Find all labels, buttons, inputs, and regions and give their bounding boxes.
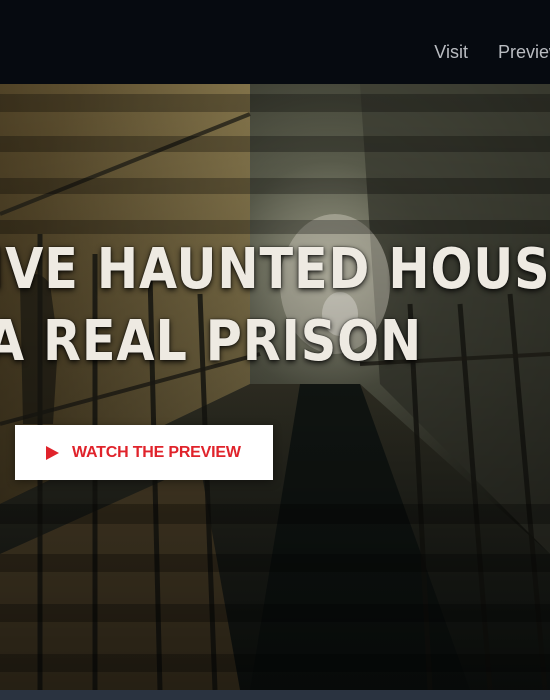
nav-item-preview[interactable]: Preview [498, 42, 550, 63]
watch-preview-label: WATCH THE PREVIEW [72, 443, 241, 461]
headline-line-2: A REAL PRISON [0, 309, 423, 374]
headline-line-1: IVE HAUNTED HOUS [0, 237, 550, 302]
nav-item-visit[interactable]: Visit [434, 42, 468, 63]
hero-section: IVE HAUNTED HOUS A REAL PRISON WATCH THE… [0, 84, 550, 690]
play-icon [46, 445, 59, 460]
watch-preview-button[interactable]: WATCH THE PREVIEW [15, 425, 273, 480]
bottom-strip [0, 690, 550, 700]
main-nav: Visit Preview [434, 42, 550, 63]
site-header: Visit Preview [0, 0, 550, 84]
hero-headline: IVE HAUNTED HOUS A REAL PRISON [0, 234, 550, 378]
prison-corridor-background-image [0, 84, 550, 690]
